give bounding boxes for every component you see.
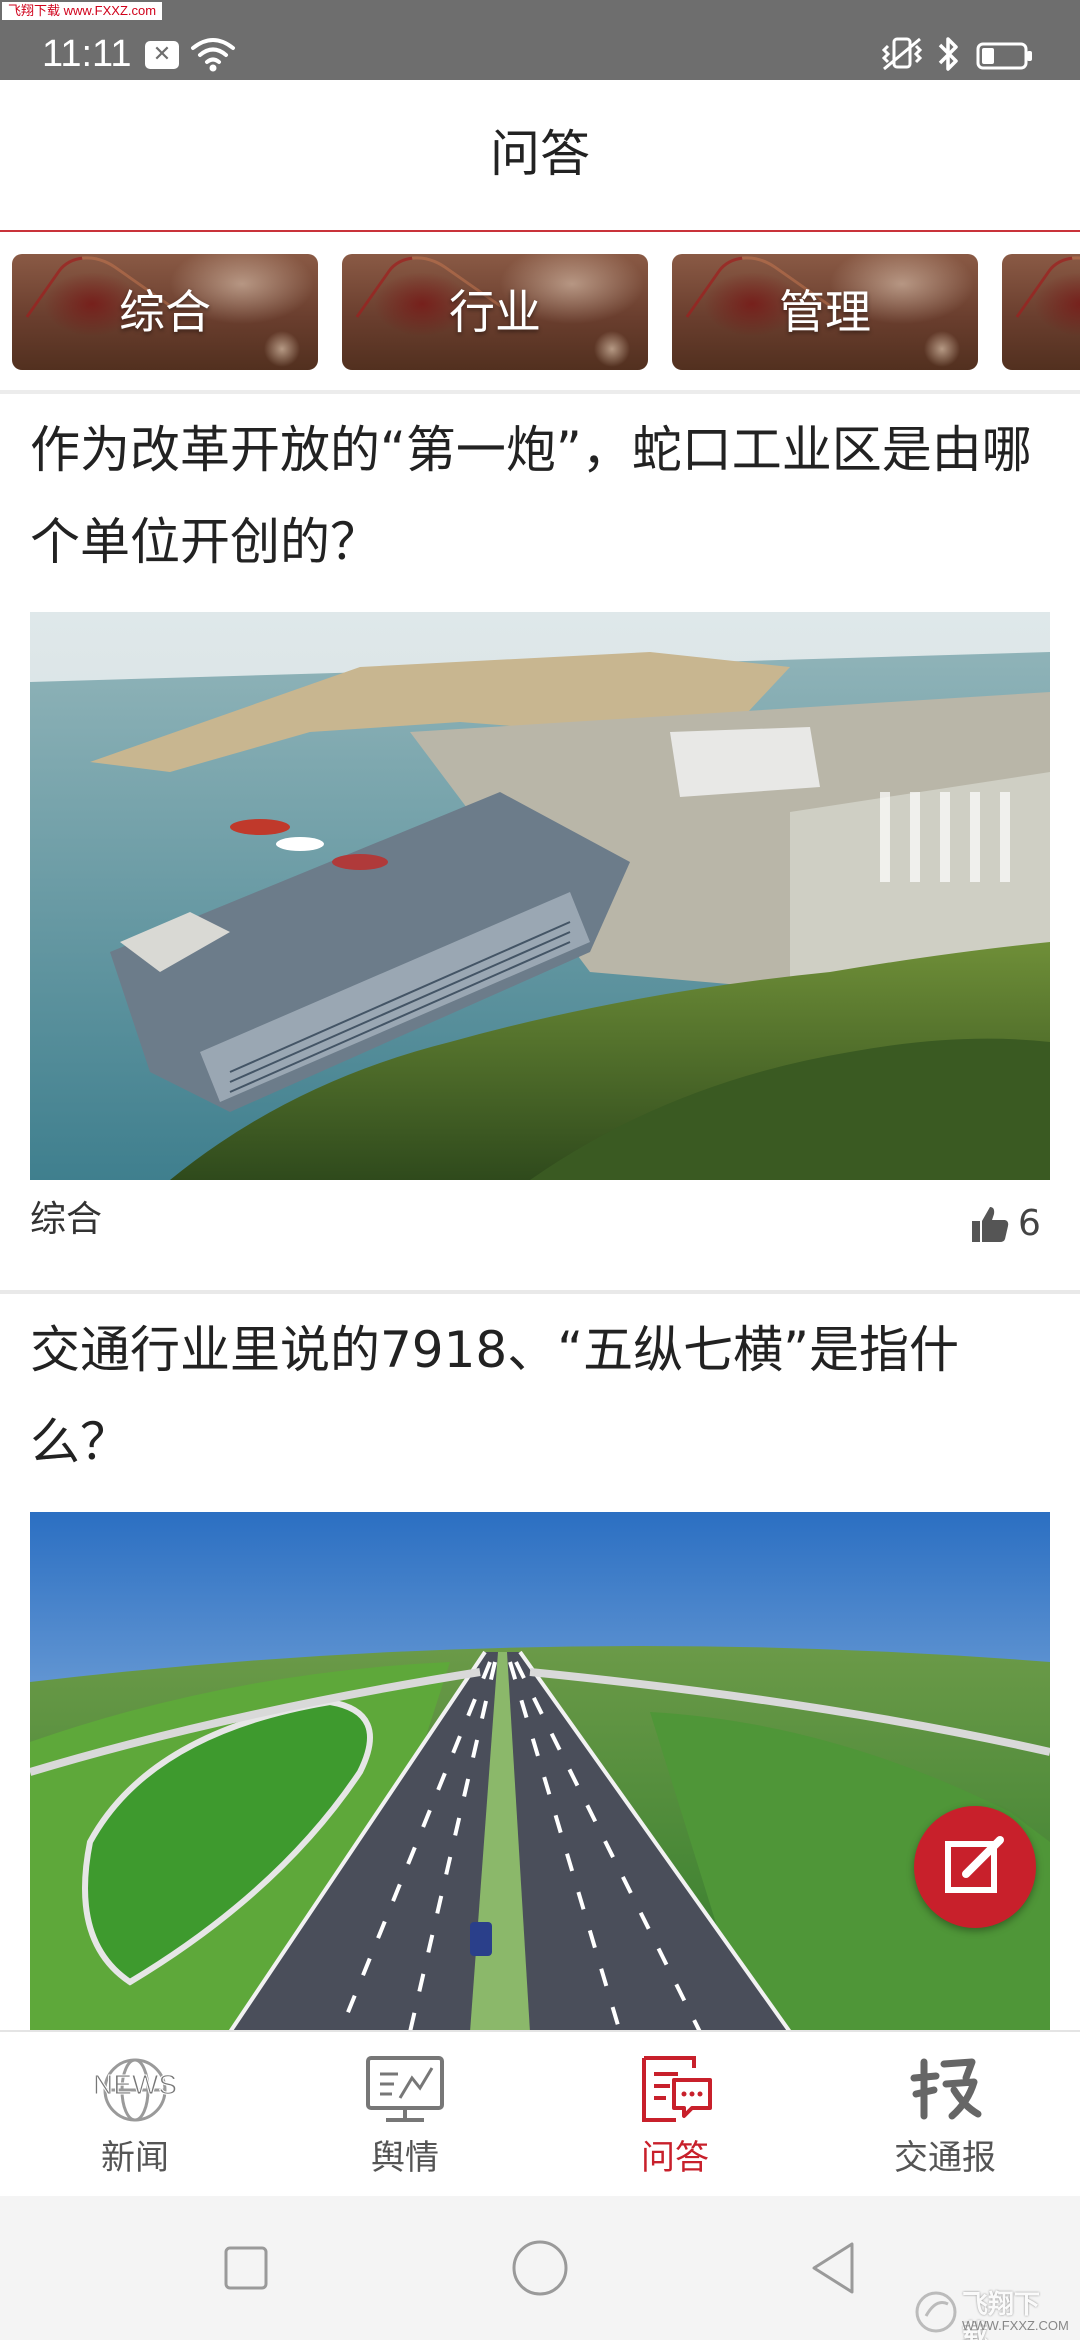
bluetooth-icon [938,37,958,71]
status-bar: 飞翔下载 www.FXXZ.com 11:11 ✕ [0,0,1080,80]
back-triangle-icon[interactable] [802,2236,866,2300]
question-card[interactable]: 作为改革开放的“第一炮”，蛇口工业区是由哪个单位开创的？ 综合 6 [0,394,1080,1294]
svg-text:NEWS: NEWS [93,2069,177,2100]
close-box-icon: ✕ [145,41,179,69]
question-card[interactable]: 交通行业里说的7918、“五纵七横”是指什么？ [0,1294,1080,2030]
watermark-label: 飞翔下载 www.FXXZ.com [2,2,163,20]
category-label: 管理 [779,285,871,339]
watermark-url: WWW.FXXZ.COM [962,2318,1069,2333]
home-circle-icon[interactable] [508,2236,572,2300]
category-label [1002,254,1080,370]
category-label: 综合 [119,285,211,339]
compose-button[interactable] [914,1806,1036,1928]
nav-label: 新闻 [101,2138,169,2178]
qa-chat-icon [642,2056,712,2122]
newspaper-calligraphy-icon [910,2058,982,2120]
nav-item-public-opinion[interactable]: 舆情 [270,2032,540,2198]
category-label: 行业 [449,285,541,339]
wifi-icon [191,38,235,72]
nav-label: 交通报 [894,2138,996,2178]
bottom-navigation: NEWS 新闻 舆情 问答 交通报 [0,2030,1080,2196]
category-button-management[interactable]: 管理 [672,254,978,370]
category-button-more[interactable] [1002,254,1080,370]
nav-item-qa[interactable]: 问答 [540,2032,810,2198]
category-button-general[interactable]: 综合 [12,254,318,370]
compose-icon [945,1836,1004,1893]
page-title: 问答 [490,125,590,183]
category-button-industry[interactable]: 行业 [342,254,648,370]
question-feed[interactable]: 作为改革开放的“第一炮”，蛇口工业区是由哪个单位开创的？ 综合 6 交通行业里说… [0,394,1080,2030]
nav-item-news[interactable]: NEWS 新闻 [0,2032,270,2198]
question-image-highway[interactable] [30,1512,1050,2030]
question-category-tag: 综合 [30,1199,103,1240]
like-count: 6 [1018,1203,1041,1244]
question-image-port[interactable] [30,612,1050,1180]
battery-icon [976,42,1032,70]
system-navigation-bar: 飞翔下载 WWW.FXXZ.COM [0,2196,1080,2340]
site-watermark: 飞翔下载 WWW.FXXZ.COM [914,2290,1069,2340]
status-time: 11:11 [42,33,132,75]
thumbs-up-icon [972,1207,1009,1242]
vibrate-icon [881,37,923,71]
monitor-chart-icon [366,2056,444,2122]
category-strip[interactable]: 综合 行业 管理 [0,234,1080,394]
news-globe-icon: NEWS [93,2058,178,2122]
recent-apps-square-icon[interactable] [214,2236,278,2300]
question-title[interactable]: 交通行业里说的7918、“五纵七横”是指什么？ [30,1304,1050,1488]
like-button[interactable]: 6 [970,1200,1050,1248]
watermark-logo-icon [915,2291,957,2333]
nav-label: 舆情 [371,2138,439,2178]
nav-item-transport-news[interactable]: 交通报 [810,2032,1080,2198]
nav-label: 问答 [641,2138,709,2178]
question-title[interactable]: 作为改革开放的“第一炮”，蛇口工业区是由哪个单位开创的？ [30,404,1050,588]
app-header: 问答 [0,80,1080,232]
